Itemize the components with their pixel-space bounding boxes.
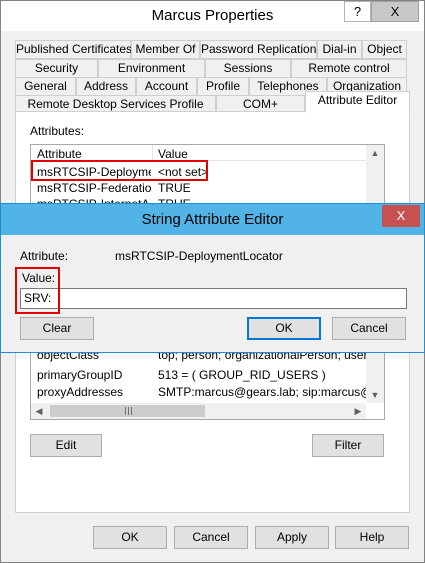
tab-address[interactable]: Address [76,77,136,96]
tab-password-replication[interactable]: Password Replication [200,40,317,59]
dialog-cancel-button[interactable]: Cancel [332,317,406,340]
list-item-attr[interactable]: objectClass [37,353,151,363]
tab-dial-in[interactable]: Dial-in [317,40,362,59]
scroll-right-icon[interactable]: ▶ [352,406,364,417]
dialog-close-button[interactable]: X [382,205,420,227]
tab-general[interactable]: General [15,77,76,96]
scroll-up-icon[interactable]: ▲ [366,148,384,158]
attributes-label: Attributes: [30,124,85,138]
tab-published-certificates[interactable]: Published Certificates [15,40,132,59]
tab-profile[interactable]: Profile [197,77,249,96]
highlight-box-attribute-row [31,160,208,181]
tab-member-of[interactable]: Member Of [131,40,200,59]
cancel-button[interactable]: Cancel [174,526,248,549]
list-item-value[interactable]: top; person; organizationalPerson; user [158,353,366,363]
scroll-down-icon[interactable]: ▼ [366,390,384,400]
attribute-name: msRTCSIP-DeploymentLocator [115,249,283,263]
horizontal-scroll-thumb[interactable] [50,405,205,417]
column-header-attribute[interactable]: Attribute [37,147,82,161]
list-item-attr[interactable]: proxyAddresses [37,384,151,400]
tab-remote-control[interactable]: Remote control [291,59,407,78]
scroll-left-icon[interactable]: ◀ [33,406,45,417]
scroll-grip-icon [125,407,126,415]
dialog-title: String Attribute Editor [141,211,284,228]
tab-security[interactable]: Security [15,59,98,78]
attribute-label: Attribute: [20,249,69,263]
ok-button[interactable]: OK [93,526,167,549]
dialog-ok-button[interactable]: OK [247,317,321,340]
edit-button[interactable]: Edit [30,434,102,457]
list-item-attr[interactable]: primaryGroupID [37,367,151,383]
string-attribute-editor-dialog: String Attribute Editor X Attribute: msR… [0,203,425,353]
tab-attribute-editor[interactable]: Attribute Editor [305,91,410,113]
tab-environment[interactable]: Environment [98,59,205,78]
column-header-value[interactable]: Value [158,147,188,161]
list-item-value[interactable]: TRUE [158,180,208,196]
list-item-value[interactable]: 513 = ( GROUP_RID_USERS ) [158,367,366,383]
help-button[interactable]: ? [344,1,371,22]
close-button[interactable]: X [371,1,419,22]
list-item-attr[interactable]: msRTCSIP-Federatio... [37,180,151,196]
value-input[interactable]: SRV: [20,288,407,309]
tab-object[interactable]: Object [362,40,407,59]
highlight-box-value [15,267,60,314]
filter-button[interactable]: Filter [312,434,384,457]
apply-button[interactable]: Apply [255,526,329,549]
list-item-value[interactable]: SMTP:marcus@gears.lab; sip:marcus@gears [158,384,366,400]
help-footer-button[interactable]: Help [335,526,409,549]
tab-account[interactable]: Account [136,77,197,96]
clear-button[interactable]: Clear [20,317,94,340]
tab-sessions[interactable]: Sessions [205,59,291,78]
column-divider [152,145,153,161]
